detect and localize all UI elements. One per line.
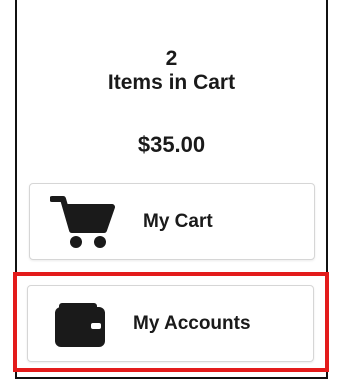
my-accounts-label: My Accounts [133, 313, 251, 334]
cart-summary: 2 Items in Cart [15, 48, 328, 96]
shopping-cart-icon [49, 194, 116, 255]
wallet-icon [53, 301, 107, 354]
my-accounts-button[interactable]: My Accounts [27, 285, 314, 362]
cart-item-label: Items in Cart [107, 71, 236, 94]
my-cart-label: My Cart [143, 211, 213, 232]
cart-total: $35.00 [137, 132, 206, 157]
cart-item-count: 2 [165, 47, 178, 70]
my-cart-button[interactable]: My Cart [29, 183, 315, 260]
